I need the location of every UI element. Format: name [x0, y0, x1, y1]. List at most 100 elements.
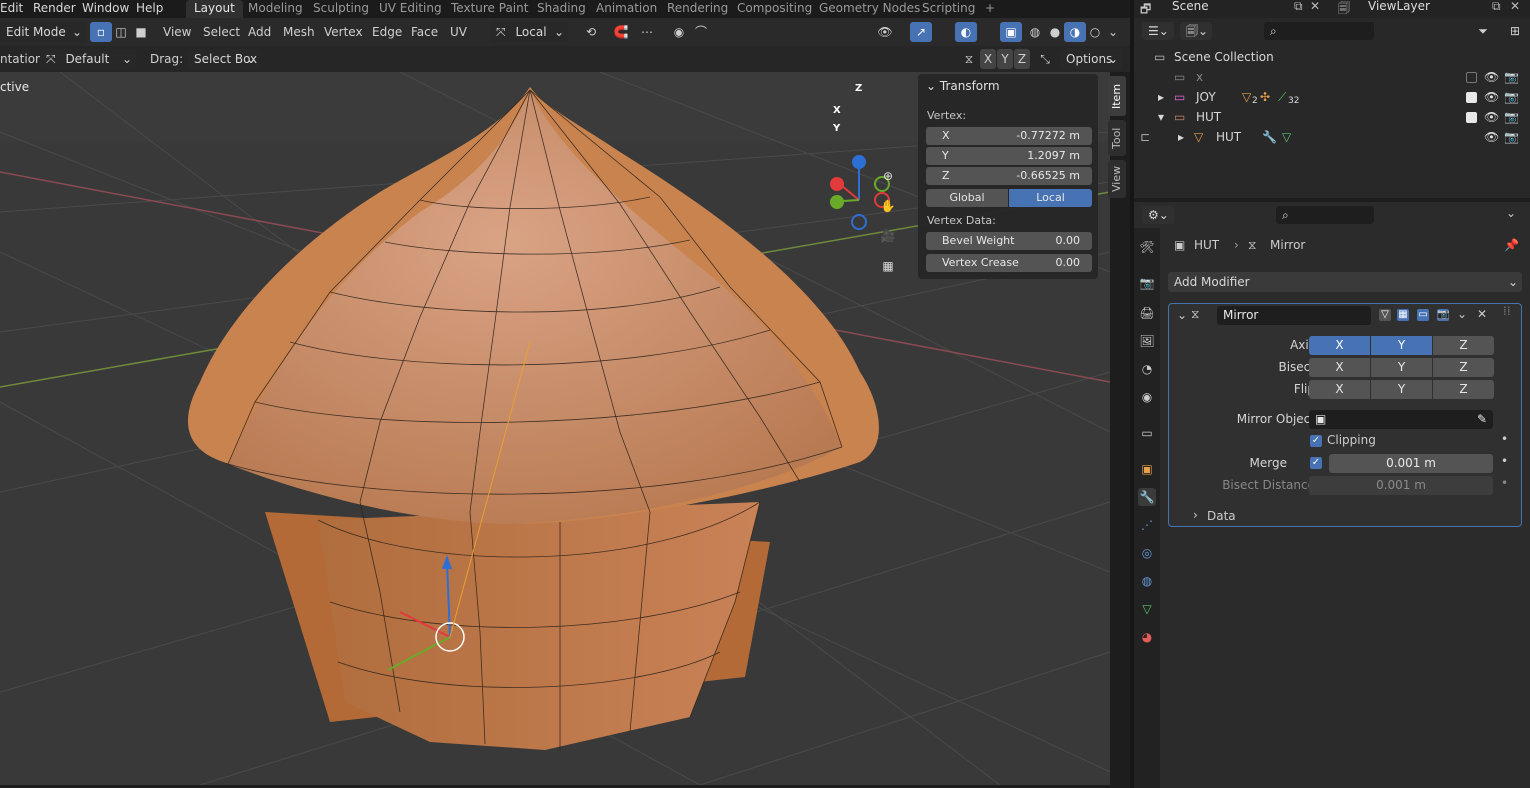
editor-type-dropdown[interactable]: ☰⌄ — [1142, 22, 1174, 40]
mirror-y-button[interactable]: Y — [997, 49, 1013, 69]
new-collection-icon[interactable]: ⊞ — [1504, 21, 1526, 41]
local-toggle[interactable]: Local — [1009, 189, 1092, 207]
tree-row-hut-collection[interactable]: ▾ ▭ HUT 👁 📷 — [1134, 107, 1530, 127]
visibility-icon[interactable]: 👁 — [874, 22, 896, 42]
sidetab-tool[interactable]: Tool — [1108, 120, 1126, 156]
header-menu-edge[interactable]: Edge — [372, 21, 402, 43]
flip-y-toggle[interactable]: Y — [1371, 380, 1432, 399]
vertex-x-field[interactable]: X -0.77272 m — [926, 127, 1092, 145]
camera-icon[interactable]: 🎥 — [877, 225, 899, 247]
drag-handle-icon[interactable]: ⁞⁞ — [1503, 304, 1511, 318]
vertex-y-field[interactable]: Y 1.2097 m — [926, 147, 1092, 165]
camera-render-icon[interactable]: 📷 — [1504, 87, 1519, 107]
tree-row-x[interactable]: ▭ x 👁 📷 — [1134, 67, 1530, 87]
auto-merge-icon[interactable]: ⤡ — [1034, 49, 1056, 69]
tab-rendering[interactable]: Rendering — [659, 0, 736, 18]
pivot-icon[interactable]: ⟲ — [580, 22, 602, 42]
zoom-icon[interactable]: ⊕ — [877, 165, 899, 187]
keyframe-dot-icon[interactable]: • — [1501, 454, 1508, 468]
world-tab-icon[interactable]: ◉ — [1138, 388, 1156, 406]
expand-arrow-icon[interactable]: ▸ — [1178, 127, 1184, 147]
tab-modeling[interactable]: Modeling — [240, 0, 311, 18]
chevron-down-icon[interactable]: ⌄ — [1177, 308, 1187, 322]
global-toggle[interactable]: Global — [926, 189, 1008, 207]
keyframe-dot-icon[interactable]: • — [1501, 476, 1508, 490]
merge-distance-field[interactable]: 0.001 m — [1329, 454, 1493, 473]
proportional-edit-icon[interactable]: ◉ — [668, 22, 690, 42]
chevron-down-icon[interactable]: ⌄ — [1102, 22, 1124, 42]
eye-icon[interactable]: 👁 — [1484, 127, 1499, 147]
wireframe-shading-icon[interactable]: ◍ — [1024, 22, 1046, 42]
camera-render-icon[interactable]: 📷 — [1504, 107, 1519, 127]
menu-window[interactable]: Window — [82, 0, 129, 18]
orientation-dropdown[interactable]: ⤧ Local ⌄ — [490, 22, 568, 42]
modifier-name-input[interactable]: Mirror — [1217, 306, 1371, 325]
falloff-icon[interactable]: ⌒ — [690, 22, 712, 42]
bisect-distance-field[interactable]: 0.001 m — [1309, 476, 1493, 495]
axis-y-toggle[interactable]: Y — [1371, 336, 1432, 355]
mode-dropdown[interactable]: Edit Mode ⌄ — [0, 22, 86, 42]
tab-sculpting[interactable]: Sculpting — [305, 0, 377, 18]
tree-row-scene-collection[interactable]: ▭ Scene Collection — [1134, 47, 1530, 67]
tab-animation[interactable]: Animation — [588, 0, 665, 18]
delete-viewlayer-icon[interactable]: ✕ — [1510, 0, 1520, 13]
flip-z-toggle[interactable]: Z — [1433, 380, 1494, 399]
viewlayer-name[interactable]: ViewLayer — [1368, 0, 1430, 13]
axis-x-toggle[interactable]: X — [1309, 336, 1370, 355]
tree-row-hut-object[interactable]: ⊏ ▸ ▽ HUT 🔧 ▽ 👁 📷 — [1134, 127, 1530, 147]
pin-icon[interactable]: 📌 — [1504, 238, 1519, 252]
properties-search-input[interactable]: ⌕ — [1276, 206, 1374, 224]
chevron-right-icon[interactable]: › — [1193, 508, 1198, 522]
menu-edit[interactable]: Edit — [0, 0, 23, 18]
close-icon[interactable]: ✕ — [1477, 307, 1487, 321]
header-menu-view[interactable]: View — [163, 21, 191, 43]
menu-render[interactable]: Render — [33, 0, 76, 18]
tab-geometry-nodes[interactable]: Geometry Nodes — [811, 0, 928, 18]
mirror-object-field[interactable]: ▣ ✎ — [1309, 410, 1493, 429]
sidetab-item[interactable]: Item — [1108, 76, 1126, 116]
exclude-checkbox[interactable] — [1466, 72, 1477, 83]
header-menu-mesh[interactable]: Mesh — [283, 21, 315, 43]
overlay-icon[interactable]: ◐ — [955, 22, 977, 42]
delete-scene-icon[interactable]: ✕ — [1310, 0, 1320, 13]
eye-icon[interactable]: 👁 — [1484, 107, 1499, 127]
new-scene-icon[interactable]: ⧉ — [1294, 0, 1303, 14]
modifier-tab-icon[interactable]: 🔧 — [1138, 488, 1156, 506]
edge-select-icon[interactable]: ◫ — [110, 22, 132, 42]
perspective-grid-icon[interactable]: ▦ — [877, 255, 899, 277]
add-workspace-button[interactable]: + — [977, 0, 1003, 18]
material-tab-icon[interactable]: ◕ — [1138, 628, 1156, 646]
eyedropper-icon[interactable]: ✎ — [1477, 410, 1487, 429]
filter-icon[interactable]: ⏷ — [1472, 21, 1494, 41]
tab-shading[interactable]: Shading — [529, 0, 594, 18]
options-dropdown[interactable]: Options ⌄ — [1060, 49, 1122, 69]
editor-type-dropdown[interactable]: ⚙⌄ — [1142, 206, 1174, 224]
header-menu-add[interactable]: Add — [248, 21, 271, 43]
viewport-display-icon[interactable]: ▭ — [1417, 309, 1429, 321]
exclude-checkbox[interactable] — [1466, 92, 1477, 103]
tool-tab-icon[interactable]: 🛠 — [1138, 238, 1156, 256]
render-display-icon[interactable]: 📷 — [1437, 309, 1449, 321]
display-mode-dropdown[interactable]: 🗐⌄ — [1180, 22, 1212, 40]
bisect-x-toggle[interactable]: X — [1309, 358, 1370, 377]
tab-uv-editing[interactable]: UV Editing — [371, 0, 450, 18]
tab-scripting[interactable]: Scripting — [914, 0, 983, 18]
sidetab-view[interactable]: View — [1108, 160, 1126, 198]
vertex-select-icon[interactable]: ▫ — [90, 22, 112, 42]
on-cage-icon[interactable]: ▽ — [1379, 309, 1391, 321]
expand-arrow-icon[interactable]: ▾ — [1158, 107, 1164, 127]
tree-row-joy[interactable]: ▸ ▭ JOY ▽ 2 ✣ ⟋ 32 👁 📷 — [1134, 87, 1530, 107]
snap-icon[interactable]: 🧲 — [610, 22, 632, 42]
tab-texture-paint[interactable]: Texture Paint — [443, 0, 536, 18]
keyframe-dot-icon[interactable]: • — [1501, 432, 1508, 446]
bisect-z-toggle[interactable]: Z — [1433, 358, 1494, 377]
face-select-icon[interactable]: ■ — [130, 22, 152, 42]
scene-name[interactable]: Scene — [1172, 0, 1209, 13]
expand-arrow-icon[interactable]: ▸ — [1158, 87, 1164, 107]
render-tab-icon[interactable]: 📷 — [1138, 274, 1156, 292]
orientation-default-dropdown[interactable]: ⤧ Default ⌄ — [40, 49, 136, 69]
editmode-icon[interactable]: ▦ — [1397, 309, 1409, 321]
particles-tab-icon[interactable]: ⋰ — [1138, 516, 1156, 534]
pan-hand-icon[interactable]: ✋ — [877, 195, 899, 217]
vertex-crease-field[interactable]: Vertex Crease 0.00 — [926, 254, 1092, 272]
